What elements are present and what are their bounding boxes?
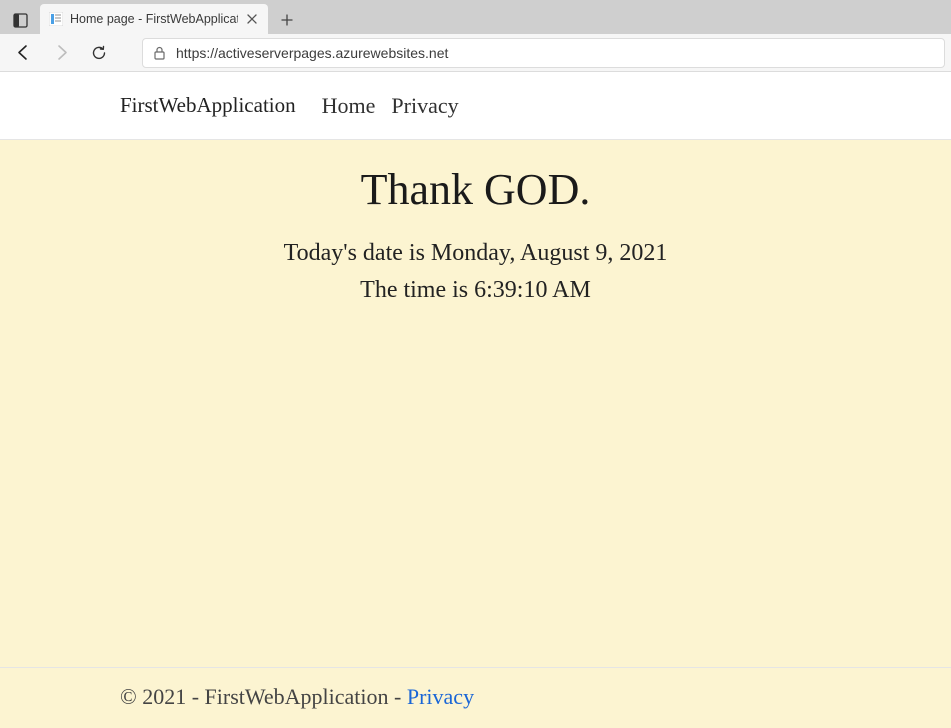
tab-actions-button[interactable] <box>6 6 34 34</box>
refresh-button[interactable] <box>82 37 116 69</box>
browser-tab[interactable]: Home page - FirstWebApplicatio <box>40 4 268 34</box>
footer-text: © 2021 - FirstWebApplication - <box>120 684 407 709</box>
main-content: Thank GOD. Today's date is Monday, Augus… <box>0 140 951 667</box>
date-text: Today's date is Monday, August 9, 2021 <box>0 235 951 272</box>
address-bar[interactable] <box>142 38 945 68</box>
nav-link-privacy[interactable]: Privacy <box>391 93 458 119</box>
lock-icon <box>153 46 166 60</box>
page-favicon <box>48 11 64 27</box>
tab-strip: Home page - FirstWebApplicatio <box>0 0 951 34</box>
forward-button[interactable] <box>44 37 78 69</box>
browser-toolbar <box>0 34 951 72</box>
time-text: The time is 6:39:10 AM <box>0 272 951 309</box>
page-viewport: FirstWebApplication Home Privacy Thank G… <box>0 72 951 728</box>
url-input[interactable] <box>176 45 934 61</box>
page-heading: Thank GOD. <box>0 164 951 215</box>
footer-privacy-link[interactable]: Privacy <box>407 684 474 709</box>
brand-link[interactable]: FirstWebApplication <box>120 93 296 118</box>
browser-chrome: Home page - FirstWebApplicatio <box>0 0 951 72</box>
new-tab-button[interactable] <box>272 6 302 34</box>
nav-link-home[interactable]: Home <box>322 93 376 119</box>
back-button[interactable] <box>6 37 40 69</box>
site-footer: © 2021 - FirstWebApplication - Privacy <box>0 667 951 728</box>
tab-title: Home page - FirstWebApplicatio <box>70 12 238 26</box>
site-navbar: FirstWebApplication Home Privacy <box>0 72 951 140</box>
close-tab-button[interactable] <box>244 11 260 27</box>
